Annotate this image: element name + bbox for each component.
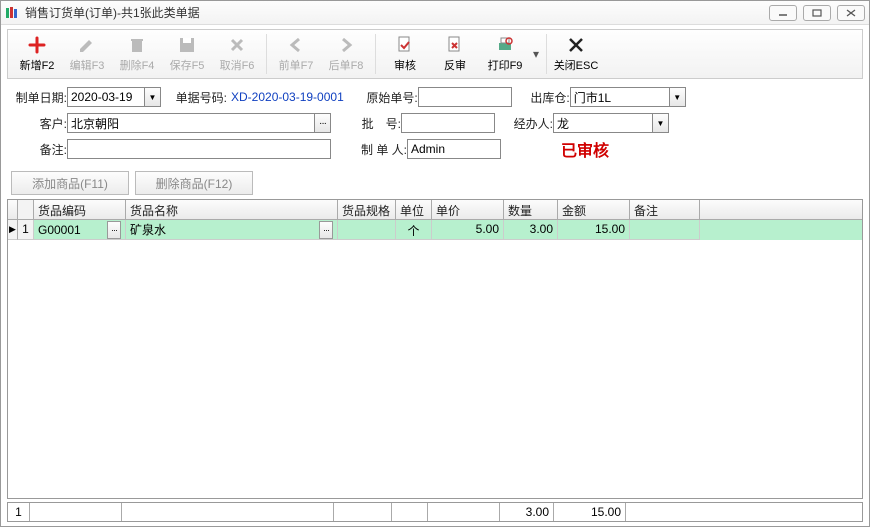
totals-row: 1 3.00 15.00: [7, 502, 863, 522]
delete-button[interactable]: 删除F4: [112, 31, 162, 77]
maker-label: 制 单 人:: [351, 141, 407, 158]
minimize-button[interactable]: [769, 5, 797, 21]
cell-amount: 15.00: [558, 220, 630, 240]
x-icon: [227, 35, 247, 55]
arrow-right-icon: [336, 35, 356, 55]
operator-label: 经办人:: [505, 115, 553, 132]
date-input[interactable]: [67, 87, 145, 107]
row-number: 1: [18, 220, 34, 240]
operator-dropdown[interactable]: ▼: [653, 113, 669, 133]
separator: [266, 34, 267, 74]
grid-header: 货品编码 货品名称 货品规格 单位 单价 数量 金额 备注: [8, 200, 862, 220]
close-button[interactable]: [837, 5, 865, 21]
batch-input[interactable]: [401, 113, 495, 133]
cell-price: 5.00: [432, 220, 504, 240]
origno-input[interactable]: [418, 87, 512, 107]
table-row[interactable]: ▶ 1 G00001··· 矿泉水··· 个 5.00 3.00 15.00: [8, 220, 862, 240]
status-label: 已审核: [561, 137, 609, 161]
cell-code: G00001···: [34, 220, 126, 240]
items-grid: 货品编码 货品名称 货品规格 单位 单价 数量 金额 备注 ▶ 1 G00001…: [7, 199, 863, 499]
operator-input[interactable]: [553, 113, 653, 133]
col-spec[interactable]: 货品规格: [338, 200, 396, 219]
check-doc-icon: [395, 35, 415, 55]
col-qty[interactable]: 数量: [504, 200, 558, 219]
add-item-button[interactable]: 添加商品(F11): [11, 171, 129, 195]
col-price[interactable]: 单价: [432, 200, 504, 219]
customer-label: 客户:: [11, 115, 67, 132]
pencil-icon: [77, 35, 97, 55]
form-area: 制单日期: ▼ 单据号码: XD-2020-03-19-0001 原始单号: 出…: [1, 79, 869, 167]
disk-icon: [177, 35, 197, 55]
cell-name: 矿泉水···: [126, 220, 338, 240]
warehouse-dropdown[interactable]: ▼: [670, 87, 686, 107]
remark-input[interactable]: [67, 139, 331, 159]
date-label: 制单日期:: [11, 89, 67, 106]
maker-input: [407, 139, 501, 159]
next-button[interactable]: 后单F8: [321, 31, 371, 77]
window-title: 销售订货单(订单)-共1张此类单据: [25, 4, 769, 21]
col-name[interactable]: 货品名称: [126, 200, 338, 219]
new-button[interactable]: 新增F2: [12, 31, 62, 77]
date-dropdown[interactable]: ▼: [145, 87, 161, 107]
warehouse-input[interactable]: [570, 87, 670, 107]
col-code[interactable]: 货品编码: [34, 200, 126, 219]
batch-label: 批 号:: [351, 115, 401, 132]
arrow-left-icon: [286, 35, 306, 55]
app-icon: [5, 5, 21, 21]
plus-icon: [27, 35, 47, 55]
print-dropdown[interactable]: ▾: [530, 47, 542, 61]
cell-unit: 个: [396, 220, 432, 240]
row-indicator: ▶: [8, 220, 18, 240]
cell-remark: [630, 220, 700, 240]
cancel-button[interactable]: 取消F6: [212, 31, 262, 77]
close-x-icon: [566, 35, 586, 55]
docno-label: 单据号码:: [171, 89, 227, 106]
cell-qty: 3.00: [504, 220, 558, 240]
cell-spec: [338, 220, 396, 240]
titlebar: 销售订货单(订单)-共1张此类单据: [1, 1, 869, 25]
undo-doc-icon: [445, 35, 465, 55]
total-amount: 15.00: [554, 503, 626, 521]
remark-label: 备注:: [11, 141, 67, 158]
delete-item-button[interactable]: 删除商品(F12): [135, 171, 253, 195]
toolbar: 新增F2 编辑F3 删除F4 保存F5 取消F6 前单F7 后单F8 审核 反审…: [7, 29, 863, 79]
prev-button[interactable]: 前单F7: [271, 31, 321, 77]
customer-picker[interactable]: ···: [315, 113, 331, 133]
origno-label: 原始单号:: [362, 89, 418, 106]
col-remark[interactable]: 备注: [630, 200, 700, 219]
customer-input[interactable]: [67, 113, 315, 133]
separator: [546, 34, 547, 74]
unaudit-button[interactable]: 反审: [430, 31, 480, 77]
name-picker[interactable]: ···: [319, 221, 333, 239]
docno-value: XD-2020-03-19-0001: [227, 90, 348, 104]
close-esc-button[interactable]: 关闭ESC: [551, 31, 601, 77]
col-unit[interactable]: 单位: [396, 200, 432, 219]
maximize-button[interactable]: [803, 5, 831, 21]
total-count: 1: [8, 503, 30, 521]
col-amount[interactable]: 金额: [558, 200, 630, 219]
separator: [375, 34, 376, 74]
total-qty: 3.00: [500, 503, 554, 521]
trash-icon: [127, 35, 147, 55]
print-button[interactable]: 打印F9: [480, 31, 530, 77]
save-button[interactable]: 保存F5: [162, 31, 212, 77]
warehouse-label: 出库仓:: [522, 89, 570, 106]
edit-button[interactable]: 编辑F3: [62, 31, 112, 77]
print-icon: [495, 35, 515, 55]
code-picker[interactable]: ···: [107, 221, 121, 239]
audit-button[interactable]: 审核: [380, 31, 430, 77]
